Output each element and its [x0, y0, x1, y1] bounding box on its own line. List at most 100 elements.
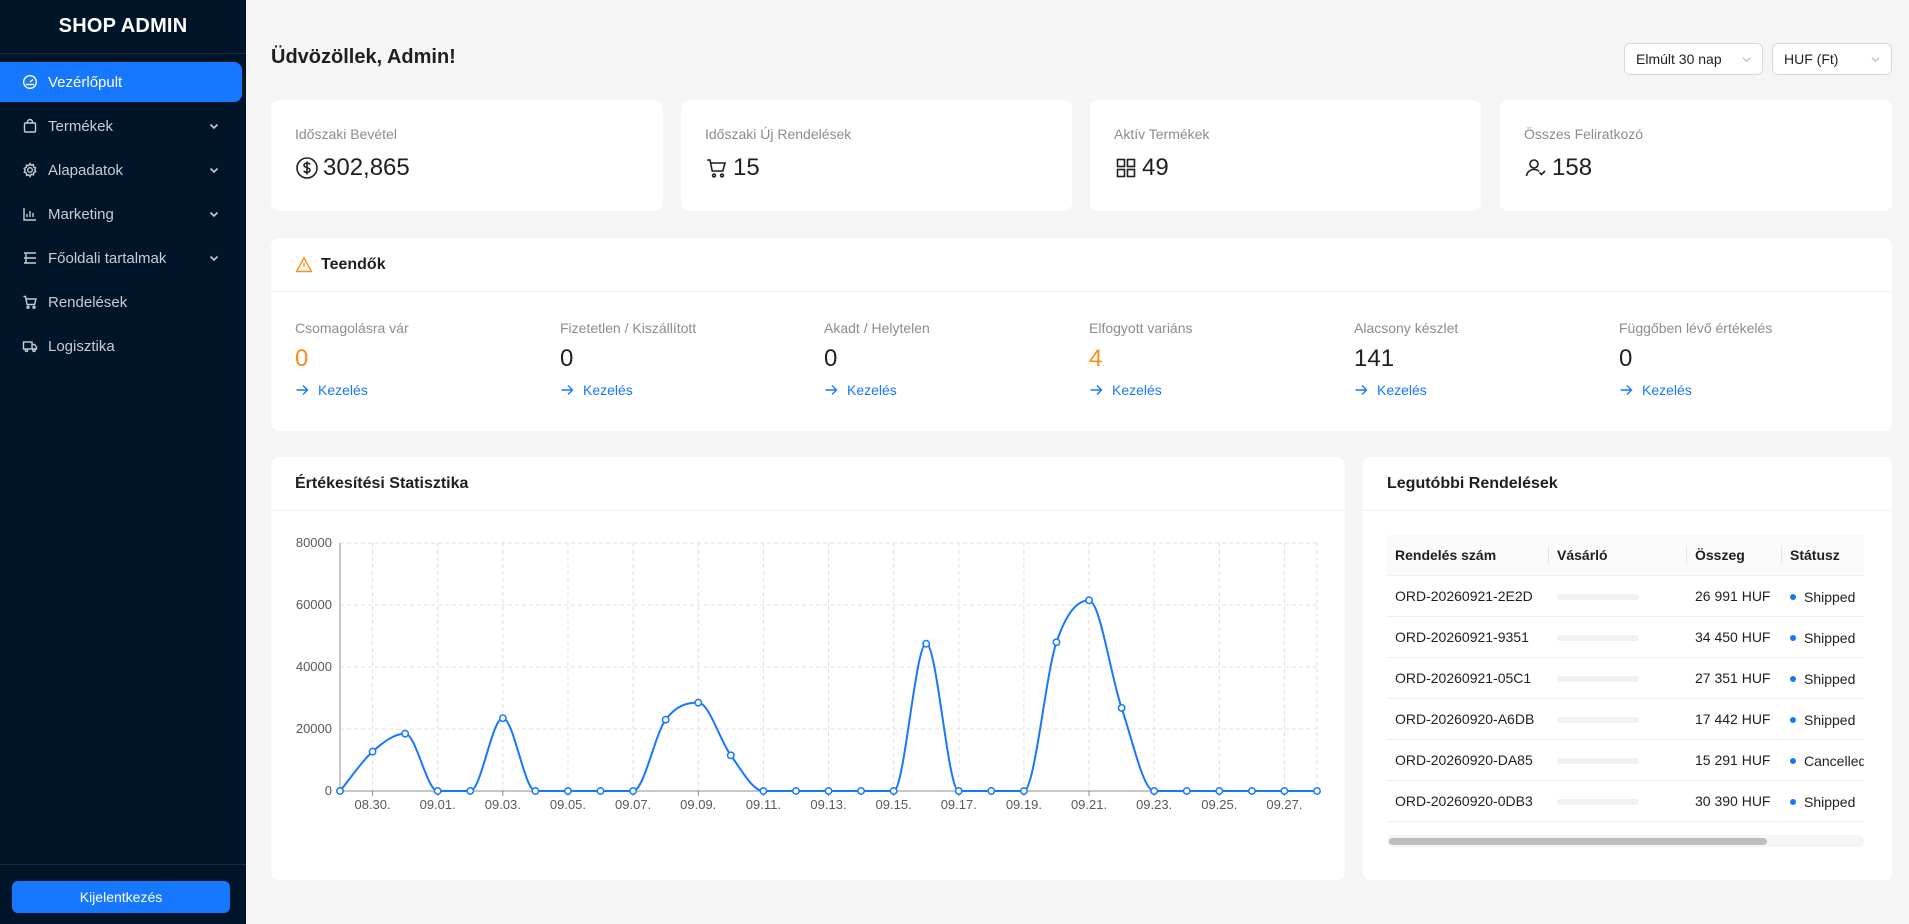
data-point — [368, 747, 377, 756]
sidebar-item-label: Termékek — [48, 117, 114, 135]
order-amount: 17 442 HUF — [1687, 698, 1782, 740]
manage-link-label: Kezelés — [583, 382, 633, 398]
manage-link[interactable]: Kezelés — [295, 382, 535, 398]
list-icon — [24, 252, 36, 264]
column-header-status[interactable]: Státusz — [1782, 535, 1864, 576]
sales-chart-card: Értékesítési Statisztika 0 20000 40000 6000… — [271, 457, 1345, 880]
table-row[interactable]: ORD-20260921-05C1 27 351 HUF Shipped — [1387, 657, 1864, 699]
manage-link[interactable]: Kezelés — [1354, 382, 1594, 398]
x-tick-label: 09.11. — [746, 797, 781, 812]
horizontal-scrollbar[interactable] — [1387, 835, 1864, 847]
todo-label: Függőben lévő értékelés — [1619, 320, 1773, 336]
data-point — [596, 787, 605, 795]
brand-logo: SHOP ADMIN — [0, 0, 246, 54]
data-point — [791, 787, 800, 795]
status-dot — [1790, 716, 1796, 723]
sidebar-item-label: Vezérlőpult — [48, 73, 123, 91]
arrow-right-icon — [1355, 385, 1368, 395]
x-tick-label: 09.21. — [1071, 797, 1107, 812]
x-tick-label: 09.09. — [680, 797, 716, 812]
sidebar-item-products[interactable]: Termékek — [0, 106, 242, 146]
order-status: Shipped — [1782, 575, 1864, 617]
x-tick-label: 09.23. — [1136, 797, 1172, 812]
customer-cell — [1549, 698, 1687, 740]
todo-card-header: Teendők — [271, 238, 1892, 292]
sidebar-item-orders[interactable]: Rendelések — [0, 282, 242, 322]
x-tick-label: 09.15. — [876, 797, 912, 812]
table-row[interactable]: ORD-20260920-0DB3 30 390 HUF Shipped — [1387, 780, 1864, 822]
data-point — [336, 787, 344, 795]
cart-icon — [23, 295, 37, 310]
table-header-row: Rendelés szám Vásárló Összeg Státusz — [1387, 535, 1864, 576]
manage-link-label: Kezelés — [847, 382, 897, 398]
customer-cell — [1549, 616, 1687, 658]
stat-value: 302,865 — [295, 154, 410, 182]
customer-placeholder — [1557, 798, 1639, 805]
table-row[interactable]: ORD-20260920-DA85 15 291 HUF Cancelled — [1387, 739, 1864, 781]
status-dot — [1790, 798, 1796, 805]
stat-label: Időszaki Bevétel — [295, 126, 397, 142]
data-point — [1052, 638, 1061, 647]
sidebar-item-logistics[interactable]: Logisztika — [0, 326, 242, 366]
order-amount: 27 351 HUF — [1687, 657, 1782, 699]
sidebar-item-homepage-content[interactable]: Főoldali tartalmak — [0, 238, 242, 278]
data-point — [1085, 596, 1093, 605]
grid-icon — [1116, 158, 1136, 178]
data-point — [987, 787, 996, 795]
chevron-down-icon — [209, 167, 219, 174]
manage-link[interactable]: Kezelés — [1619, 382, 1859, 398]
sidebar-item-dashboard[interactable]: Vezérlőpult — [0, 62, 242, 102]
data-point — [726, 751, 735, 760]
x-tick-label: 09.07. — [615, 797, 651, 812]
cart-icon — [707, 159, 727, 178]
todo-value: 0 — [1619, 345, 1633, 372]
data-point — [1313, 787, 1321, 795]
shopping-bag-icon — [23, 118, 37, 133]
x-tick-label: 09.13. — [810, 797, 846, 812]
sidebar-item-label: Alapadatok — [48, 161, 124, 179]
period-select[interactable]: Elmúlt 30 nap — [1624, 43, 1763, 75]
stat-label: Időszaki Új Rendelések — [705, 126, 852, 142]
sidebar-item-marketing[interactable]: Marketing — [0, 194, 242, 234]
chevron-down-icon — [209, 255, 219, 262]
column-header-customer[interactable]: Vásárló — [1549, 535, 1687, 576]
users-icon — [1525, 159, 1546, 177]
manage-link[interactable]: Kezelés — [1089, 382, 1329, 398]
todo-item-pending-reviews: Függőben lévő értékelés 0 Kezelés — [1619, 320, 1859, 398]
chevron-down-icon — [1871, 57, 1880, 63]
sidebar-item-label: Marketing — [48, 205, 114, 223]
data-point — [759, 787, 768, 795]
order-status: Shipped — [1782, 657, 1864, 699]
table-row[interactable]: ORD-20260920-A6DB 17 442 HUF Shipped — [1387, 698, 1864, 740]
data-point — [1247, 787, 1256, 795]
sales-chart-header: Értékesítési Statisztika — [271, 457, 1345, 511]
status-dot — [1790, 634, 1796, 641]
data-point — [531, 787, 540, 795]
sidebar-footer: Kijelentkezés — [0, 864, 246, 924]
sidebar-item-base-data[interactable]: Alapadatok — [0, 150, 242, 190]
y-tick-label: 40000 — [296, 659, 332, 674]
logout-button[interactable]: Kijelentkezés — [12, 881, 230, 913]
todo-item-low-stock: Alacsony készlet 141 Kezelés — [1354, 320, 1594, 398]
manage-link[interactable]: Kezelés — [824, 382, 1064, 398]
column-header-amount[interactable]: Összeg — [1687, 535, 1782, 576]
todo-value: 0 — [295, 345, 309, 372]
scrollbar-thumb[interactable] — [1389, 838, 1767, 845]
table-row[interactable]: ORD-20260921-9351 34 450 HUF Shipped — [1387, 616, 1864, 658]
order-amount: 34 450 HUF — [1687, 616, 1782, 658]
y-tick-label: 80000 — [296, 535, 332, 550]
table-row[interactable]: ORD-20260921-2E2D 26 991 HUF Shipped — [1387, 575, 1864, 617]
sidebar: SHOP ADMIN Vezérlőpult Termékek Alapadat… — [0, 0, 246, 924]
sidebar-menu: Vezérlőpult Termékek Alapadatok Marketin… — [0, 62, 246, 366]
todo-label: Akadt / Helytelen — [824, 320, 930, 336]
arrow-right-icon — [1090, 385, 1103, 395]
column-header-order-number[interactable]: Rendelés szám — [1387, 535, 1549, 576]
currency-select[interactable]: HUF (Ft) — [1772, 43, 1892, 75]
data-point — [1182, 787, 1191, 795]
data-point — [1150, 787, 1159, 795]
order-status: Shipped — [1782, 698, 1864, 740]
todo-label: Csomagolásra vár — [295, 320, 409, 336]
x-tick-label: 09.05. — [550, 797, 586, 812]
manage-link[interactable]: Kezelés — [560, 382, 800, 398]
order-amount: 30 390 HUF — [1687, 780, 1782, 822]
